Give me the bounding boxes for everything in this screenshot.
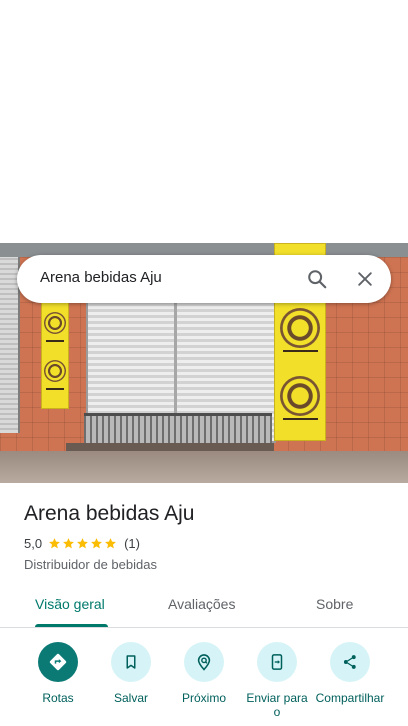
share-button[interactable]: Compartilhar xyxy=(310,642,390,705)
search-query[interactable]: Arena bebidas Aju xyxy=(40,269,162,286)
tab-overview[interactable]: Visão geral xyxy=(35,596,105,612)
star-icon xyxy=(77,538,88,549)
nearby-icon xyxy=(184,642,224,682)
place-category: Distribuidor de bebidas xyxy=(24,557,157,572)
store-banner-left xyxy=(41,301,69,409)
logo-seal xyxy=(44,360,66,382)
share-label: Compartilhar xyxy=(315,691,385,705)
rating-value: 5,0 xyxy=(24,536,43,551)
send-to-phone-label: Enviar para o xyxy=(246,691,308,719)
place-title: Arena bebidas Aju xyxy=(24,502,195,525)
map-area xyxy=(0,0,408,243)
logo-seal xyxy=(280,376,320,416)
logo-seal xyxy=(44,312,66,334)
logo-seal xyxy=(280,308,320,348)
star-icon xyxy=(63,538,74,549)
sidewalk xyxy=(0,451,408,483)
save-label: Salvar xyxy=(113,691,148,705)
send-to-phone-button[interactable]: Enviar para o xyxy=(237,642,317,719)
rating-stars xyxy=(48,537,118,550)
star-icon xyxy=(91,538,102,549)
star-icon xyxy=(105,538,116,549)
save-button[interactable]: Salvar xyxy=(91,642,171,705)
nearby-button[interactable]: Próximo xyxy=(164,642,244,705)
send-to-phone-icon xyxy=(257,642,297,682)
nearby-label: Próximo xyxy=(181,691,226,705)
close-icon[interactable] xyxy=(351,265,379,293)
tab-bar: Visão geral Avaliações Sobre xyxy=(0,584,408,628)
banner-text-line xyxy=(45,388,65,390)
directions-label: Rotas xyxy=(42,691,74,705)
banner-text-line xyxy=(282,418,318,420)
tab-about[interactable]: Sobre xyxy=(316,596,353,612)
bookmark-icon xyxy=(111,642,151,682)
active-tab-indicator xyxy=(35,624,108,627)
directions-icon xyxy=(38,642,78,682)
directions-button[interactable]: Rotas xyxy=(18,642,98,705)
window-grate xyxy=(84,413,272,447)
tab-reviews[interactable]: Avaliações xyxy=(168,596,235,612)
share-icon xyxy=(330,642,370,682)
banner-text-line xyxy=(45,340,65,342)
rating-row[interactable]: 5,0 (1) xyxy=(24,536,140,551)
review-count[interactable]: (1) xyxy=(124,536,140,551)
search-icon[interactable] xyxy=(303,265,331,293)
star-icon xyxy=(49,538,60,549)
banner-text-line xyxy=(282,350,318,352)
search-bar[interactable]: Arena bebidas Aju xyxy=(17,255,391,303)
